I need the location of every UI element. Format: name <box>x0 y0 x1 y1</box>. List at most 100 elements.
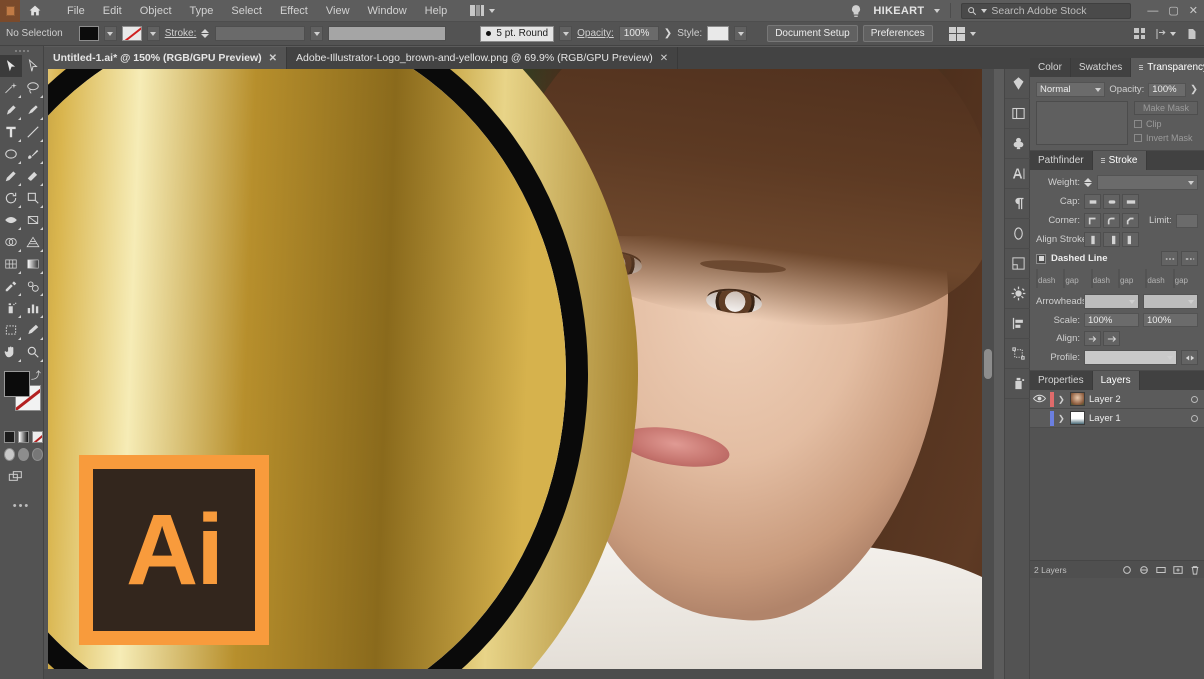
type-tool[interactable] <box>0 121 22 143</box>
target-circle-icon[interactable] <box>1191 414 1198 422</box>
preserve-dash-adjust-button[interactable] <box>1181 251 1198 266</box>
menu-window[interactable]: Window <box>359 3 416 19</box>
snap-to-grid-icon[interactable] <box>1155 28 1176 40</box>
column-graph-tool[interactable] <box>22 297 44 319</box>
none-mode-button[interactable] <box>32 431 43 443</box>
window-close-button[interactable]: ✕ <box>1189 4 1198 17</box>
ellipse-tool[interactable] <box>0 143 22 165</box>
layers-empty-area[interactable] <box>1030 428 1204 560</box>
perspective-grid-tool[interactable] <box>22 231 44 253</box>
stroke-weight-input[interactable] <box>215 26 306 41</box>
dash-field-1[interactable]: dash <box>1036 269 1061 288</box>
swap-fill-stroke-icon[interactable]: ⤴ <box>31 367 41 382</box>
dashed-line-checkbox[interactable] <box>1036 253 1046 264</box>
layer-name[interactable]: Layer 1 <box>1089 413 1187 424</box>
dash-field-2[interactable]: dash <box>1090 269 1116 288</box>
close-icon[interactable]: ✕ <box>269 53 277 64</box>
lightbulb-icon[interactable] <box>849 3 863 19</box>
toolbar-fill-swatch[interactable] <box>4 371 30 397</box>
miter-join-button[interactable] <box>1084 213 1101 228</box>
pencil-tool[interactable] <box>0 165 22 187</box>
draw-normal-button[interactable] <box>4 448 15 461</box>
menu-view[interactable]: View <box>317 3 359 19</box>
account-chevron-down-icon[interactable] <box>934 8 941 13</box>
transform-icon[interactable] <box>1005 339 1031 369</box>
gradient-mode-button[interactable] <box>18 431 29 443</box>
rotate-tool[interactable] <box>0 187 22 209</box>
target-circle-icon[interactable] <box>1191 395 1198 403</box>
graphic-style-swatch[interactable] <box>707 26 730 41</box>
locate-object-icon[interactable] <box>1122 565 1132 575</box>
hand-tool[interactable] <box>0 341 22 363</box>
artboard-tool[interactable] <box>0 319 22 341</box>
blend-tool[interactable] <box>22 275 44 297</box>
canvas-area[interactable]: Picture Frame Ai <box>44 69 994 679</box>
close-icon[interactable]: ✕ <box>660 53 668 64</box>
weight-input[interactable] <box>1097 175 1198 190</box>
round-join-button[interactable] <box>1103 213 1120 228</box>
preserve-dash-exact-button[interactable] <box>1161 251 1178 266</box>
stroke-weight-chevron-icon[interactable] <box>310 26 324 41</box>
gap-field-3[interactable]: gap <box>1172 269 1198 288</box>
shape-builder-tool[interactable] <box>0 231 22 253</box>
tab-properties[interactable]: Properties <box>1030 371 1093 390</box>
libraries-icon[interactable] <box>1005 99 1031 129</box>
align-icon[interactable] <box>1005 309 1031 339</box>
symbol-sprayer-tool[interactable] <box>0 297 22 319</box>
tab-swatches[interactable]: Swatches <box>1071 58 1132 77</box>
free-transform-tool[interactable] <box>22 209 44 231</box>
zoom-tool[interactable] <box>22 341 44 363</box>
document-setup-button[interactable]: Document Setup <box>767 25 858 42</box>
delete-layer-icon[interactable] <box>1190 565 1200 575</box>
slice-tool[interactable] <box>22 319 44 341</box>
weight-stepper[interactable] <box>1084 178 1093 187</box>
make-clipping-mask-icon[interactable] <box>1139 565 1149 575</box>
draw-behind-button[interactable] <box>18 448 29 461</box>
brush-chevron-icon[interactable] <box>559 26 573 41</box>
align-center-stroke-button[interactable] <box>1084 232 1101 247</box>
stock-search-input[interactable]: Search Adobe Stock <box>961 2 1132 19</box>
tab-layers[interactable]: Layers <box>1092 371 1140 390</box>
width-tool[interactable] <box>0 209 22 231</box>
chevron-right-icon[interactable]: ❯ <box>1058 395 1066 404</box>
butt-cap-button[interactable] <box>1084 194 1101 209</box>
stroke-weight-stepper[interactable] <box>201 29 210 38</box>
draw-inside-button[interactable] <box>32 448 43 461</box>
arrowhead-end-select[interactable] <box>1143 294 1198 309</box>
fill-dropdown-chevron-icon[interactable] <box>103 26 117 41</box>
magic-wand-tool[interactable] <box>0 77 22 99</box>
artboards-icon[interactable] <box>1005 249 1031 279</box>
stroke-dropdown-chevron-icon[interactable] <box>146 26 160 41</box>
document-tab-illustrator-logo[interactable]: Adobe-Illustrator-Logo_brown-and-yellow.… <box>287 47 679 69</box>
opacity-more-arrow[interactable]: ❯ <box>1190 84 1198 95</box>
illustrator-logo[interactable]: Ai <box>79 455 269 645</box>
brushes-icon[interactable] <box>1005 129 1031 159</box>
direct-selection-tool[interactable] <box>22 55 44 77</box>
more-tools-button[interactable]: ••• <box>0 500 43 512</box>
eye-icon[interactable] <box>1032 390 1047 408</box>
menu-file[interactable]: File <box>58 3 94 19</box>
curvature-tool[interactable] <box>22 99 44 121</box>
symbols-icon[interactable] <box>1005 369 1031 399</box>
stroke-profile-select[interactable] <box>328 26 447 41</box>
preferences-button[interactable]: Preferences <box>862 25 933 42</box>
style-chevron-icon[interactable] <box>734 26 748 41</box>
opacity-input[interactable]: 100% <box>618 26 659 41</box>
gradient-tool[interactable] <box>22 253 44 275</box>
align-outside-stroke-button[interactable] <box>1122 232 1139 247</box>
paragraph-icon[interactable] <box>1005 189 1031 219</box>
menu-object[interactable]: Object <box>131 3 181 19</box>
align-chevron-down-icon[interactable] <box>969 31 976 36</box>
opacity-more-button[interactable]: ❯ <box>664 28 672 39</box>
extend-arrow-beyond-end-button[interactable] <box>1084 331 1101 346</box>
menu-help[interactable]: Help <box>416 3 457 19</box>
dash-field-3[interactable]: dash <box>1145 269 1170 288</box>
brush-definition-select[interactable]: 5 pt. Round <box>480 25 555 42</box>
canvas-horizontal-scrollbar[interactable] <box>44 669 994 679</box>
bevel-join-button[interactable] <box>1122 213 1139 228</box>
window-maximize-button[interactable]: ▢ <box>1168 4 1178 17</box>
new-layer-icon[interactable] <box>1173 565 1183 575</box>
menu-effect[interactable]: Effect <box>271 3 317 19</box>
canvas-vertical-scrollbar[interactable] <box>982 69 994 679</box>
create-sublayer-icon[interactable] <box>1156 565 1166 575</box>
